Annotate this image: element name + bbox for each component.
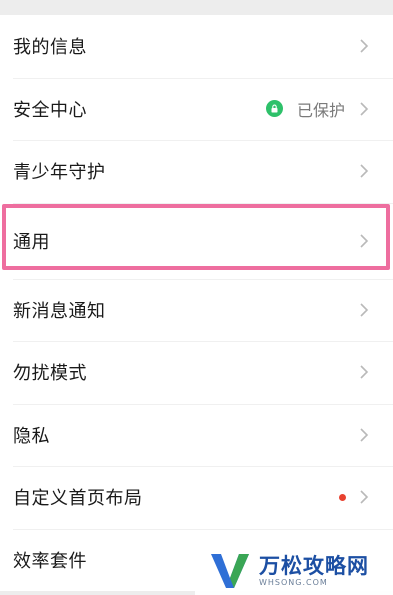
chevron-right-icon (359, 38, 369, 54)
settings-item-label: 效率套件 (13, 550, 87, 572)
watermark-site-name: 万松攻略网 (259, 553, 369, 578)
settings-item-general[interactable]: 通用 (0, 202, 393, 279)
settings-item-security-center[interactable]: 安全中心 已保护 (0, 77, 393, 140)
security-status-text: 已保护 (296, 100, 345, 120)
settings-item-label: 通用 (13, 231, 50, 253)
settings-item-custom-home-layout[interactable]: 自定义首页布局 (0, 466, 393, 529)
settings-item-label: 新消息通知 (13, 300, 106, 322)
chevron-right-icon (359, 489, 369, 505)
settings-item-my-info[interactable]: 我的信息 (0, 15, 393, 78)
chevron-right-icon (359, 364, 369, 380)
settings-item-label: 我的信息 (13, 37, 87, 59)
settings-item-label: 隐私 (13, 425, 50, 447)
site-logo-icon (211, 554, 249, 588)
settings-item-do-not-disturb[interactable]: 勿扰模式 (0, 341, 393, 404)
watermark: 万松攻略网 WHSONG.COM (195, 545, 393, 595)
settings-item-label: 安全中心 (13, 99, 87, 121)
security-status: 已保护 (265, 97, 345, 121)
settings-screen: 我的信息 安全中心 已保护 青少年守护 通用 新消息通知 勿扰模式 隐私 自定义… (0, 0, 393, 595)
settings-item-notifications[interactable]: 新消息通知 (0, 278, 393, 341)
lock-icon (265, 100, 283, 118)
chevron-right-icon (359, 302, 369, 318)
settings-item-label: 勿扰模式 (13, 363, 87, 385)
chevron-right-icon (359, 233, 369, 249)
watermark-url: WHSONG.COM (259, 577, 328, 587)
new-badge-dot (339, 493, 346, 501)
settings-item-privacy[interactable]: 隐私 (0, 403, 393, 466)
top-gap (0, 0, 393, 15)
settings-list: 我的信息 安全中心 已保护 青少年守护 通用 新消息通知 勿扰模式 隐私 自定义… (0, 15, 393, 591)
chevron-right-icon (359, 427, 369, 443)
chevron-right-icon (359, 101, 369, 117)
settings-item-label: 青少年守护 (13, 162, 106, 184)
settings-item-teen-guard[interactable]: 青少年守护 (0, 140, 393, 203)
chevron-right-icon (359, 163, 369, 179)
settings-item-label: 自定义首页布局 (13, 488, 143, 510)
